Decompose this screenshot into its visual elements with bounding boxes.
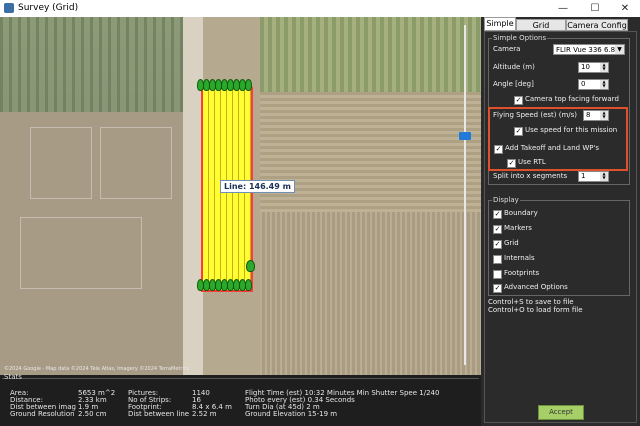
map-field-dots	[260, 212, 481, 375]
camera-select[interactable]: FLIR Vue 336 6.8 ▼	[553, 44, 625, 55]
advanced-options-label: Advanced Options	[504, 283, 568, 291]
map-view[interactable]: Line: 146.49 m ©2024 Google - Map data ©…	[0, 17, 481, 375]
maximize-button[interactable]: ☐	[580, 0, 610, 17]
footprints-checkbox[interactable]	[493, 270, 502, 279]
zoom-slider-track[interactable]	[464, 25, 466, 365]
footprints-label: Footprints	[504, 269, 540, 277]
camera-label: Camera	[493, 45, 521, 53]
split-input[interactable]: 1 ▲ ▼	[578, 171, 609, 182]
angle-label: Angle [deg]	[493, 80, 534, 88]
tab-camera-config[interactable]: Camera Config	[566, 19, 628, 31]
boundary-label: Boundary	[504, 209, 538, 217]
advanced-options-checkbox[interactable]: ✓	[493, 284, 502, 293]
map-plot	[30, 127, 92, 199]
display-title: Display	[492, 196, 520, 204]
camera-top-checkbox[interactable]: ✓	[514, 96, 523, 105]
stat-label: Dist between line	[128, 410, 190, 418]
window-title: Survey (Grid)	[18, 3, 79, 13]
chevron-down-icon[interactable]: ▼	[615, 45, 624, 54]
home-marker[interactable]	[246, 260, 255, 272]
split-spinner[interactable]: ▲ ▼	[600, 172, 608, 181]
angle-input[interactable]: 0 ▲ ▼	[578, 79, 609, 90]
waypoint-marker[interactable]	[245, 79, 252, 91]
stat-text: Ground Elevation 15-19 m	[245, 410, 338, 418]
waypoint-markers-top	[197, 79, 252, 95]
altitude-spinner[interactable]: ▲ ▼	[600, 63, 608, 72]
simple-options-title: Simple Options	[492, 34, 548, 42]
stats-legend: Stats	[4, 373, 22, 381]
camera-select-value: FLIR Vue 336 6.8	[556, 46, 616, 54]
title-bar: Survey (Grid) — ☐ ✕	[0, 0, 640, 18]
map-copyright: ©2024 Google - Map data ©2024 Tele Atlas…	[4, 366, 190, 372]
camera-top-label: Camera top facing forward	[525, 95, 619, 103]
map-road	[183, 17, 203, 375]
markers-label: Markers	[504, 224, 532, 232]
tab-grid-options[interactable]: Grid Options	[516, 19, 566, 42]
boundary-checkbox[interactable]: ✓	[493, 210, 502, 219]
internals-checkbox[interactable]	[493, 255, 502, 264]
app-icon	[4, 3, 14, 13]
zoom-slider-handle[interactable]	[459, 132, 471, 140]
angle-value: 0	[581, 80, 586, 88]
grid-label: Grid	[504, 239, 519, 247]
grid-checkbox[interactable]: ✓	[493, 240, 502, 249]
angle-spinner[interactable]: ▲ ▼	[600, 80, 608, 89]
waypoint-markers-bottom	[197, 279, 252, 295]
split-value: 1	[581, 172, 586, 180]
markers-checkbox[interactable]: ✓	[493, 225, 502, 234]
stat-value: 2.52 m	[192, 410, 217, 418]
close-button[interactable]: ✕	[610, 0, 640, 17]
map-plot	[20, 217, 142, 289]
map-field-green	[260, 17, 481, 92]
stat-label: Ground Resolution	[10, 410, 75, 418]
stats-panel: Stats Area: 5653 m^2 Distance: 2.33 km D…	[0, 373, 481, 426]
altitude-value: 10	[581, 63, 590, 71]
stat-value: 2.50 cm	[78, 410, 107, 418]
altitude-input[interactable]: 10 ▲ ▼	[578, 62, 609, 73]
minimize-button[interactable]: —	[548, 0, 578, 17]
accept-button[interactable]: Accept	[538, 405, 584, 420]
load-shortcut-text: Control+O to load form file	[488, 306, 583, 314]
tab-simple[interactable]: Simple	[484, 17, 516, 31]
map-plot	[100, 127, 172, 199]
internals-label: Internals	[504, 254, 535, 262]
waypoint-marker[interactable]	[245, 279, 252, 291]
map-field-stripes	[260, 92, 481, 212]
line-length-label: Line: 146.49 m	[220, 180, 295, 193]
speed-options-highlight	[488, 107, 628, 171]
split-label: Split into x segments	[493, 172, 568, 180]
altitude-label: Altitude (m)	[493, 63, 535, 71]
